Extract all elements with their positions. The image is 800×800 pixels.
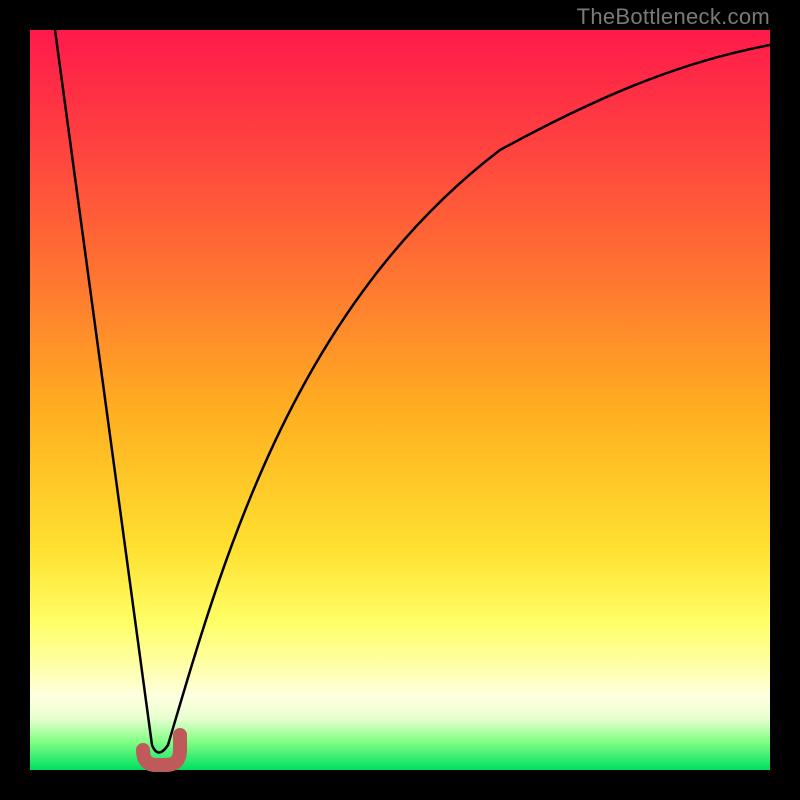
chart-plot-area [30, 30, 770, 770]
curve-path [55, 30, 770, 753]
attribution-label: TheBottleneck.com [577, 4, 770, 30]
minimum-marker-icon [143, 735, 180, 765]
chart-frame: TheBottleneck.com [0, 0, 800, 800]
bottleneck-curve [30, 30, 770, 770]
